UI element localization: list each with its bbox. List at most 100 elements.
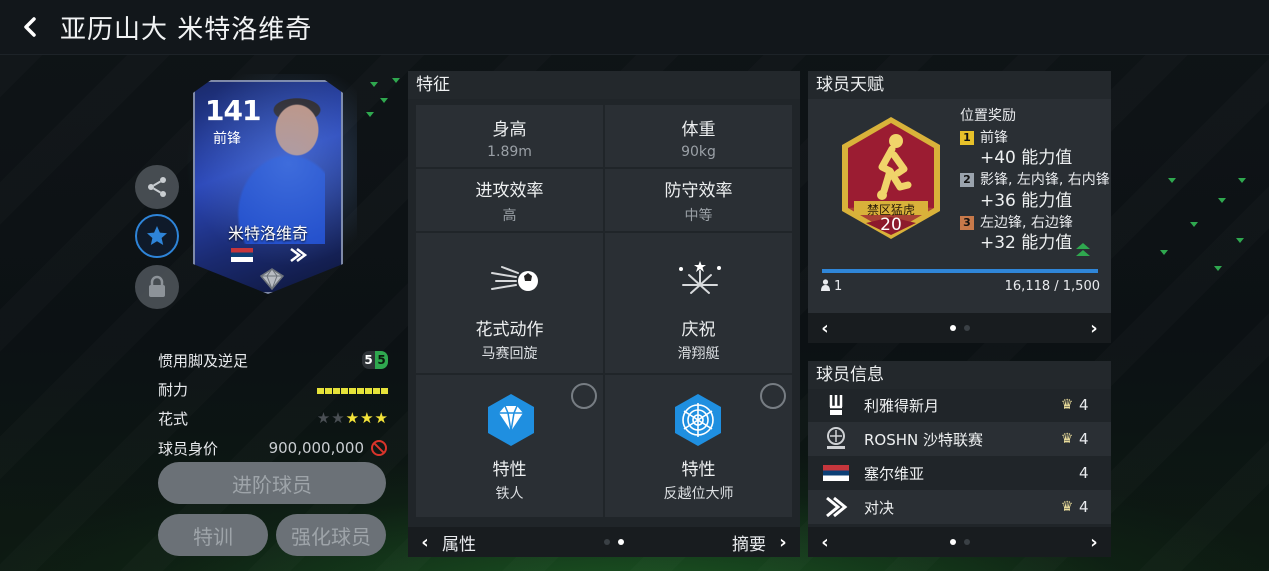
stamina-bar	[316, 380, 388, 398]
traits-panel-title: 特征	[408, 71, 800, 99]
web-trait-icon	[675, 394, 721, 446]
nation-chem: 4	[1079, 464, 1089, 482]
traits-pager	[502, 539, 726, 545]
back-button[interactable]	[0, 0, 60, 55]
trait-2-label: 特性	[681, 460, 716, 480]
weak-foot-label: 惯用脚及逆足	[158, 351, 249, 370]
talent-progress-bar	[822, 269, 1098, 273]
strengthen-player-button[interactable]: 强化球员	[276, 514, 386, 556]
bonus-rank-2: 2	[960, 173, 974, 187]
weight-label: 体重	[681, 120, 716, 140]
player-card[interactable]: 141 前锋 米特洛维奇	[185, 74, 357, 299]
league-name: ROSHN 沙特联赛	[864, 430, 984, 449]
page-dot	[963, 325, 970, 331]
celebration-value: 滑翔艇	[677, 346, 720, 362]
train-button[interactable]: 特训	[158, 514, 268, 556]
star-icon: ★	[331, 409, 345, 427]
player-info-panel: 球员信息 利雅得新月 ♛ 4 ROSHN 沙特联赛 ♛ 4 塞尔维亚 4 对决 …	[808, 361, 1111, 557]
attack-rate-label: 进攻效率	[475, 181, 544, 201]
advance-player-button[interactable]: 进阶球员	[158, 462, 386, 504]
bonus-2-value: +36 能力值	[980, 191, 1073, 211]
star-icon: ★	[316, 409, 331, 427]
nation-name: 塞尔维亚	[864, 464, 925, 483]
prev-talent-button[interactable]: ‹	[808, 318, 842, 339]
club-row[interactable]: 利雅得新月 ♛ 4	[808, 388, 1111, 422]
diamond-trait-icon	[488, 394, 534, 446]
talent-panel-title: 球员天赋	[808, 71, 1111, 99]
summary-tab[interactable]: 摘要	[726, 530, 766, 555]
player-value-amount: 900,000,000	[268, 439, 364, 457]
swap-icon[interactable]	[571, 383, 597, 409]
height-cell: 身高 1.89m	[416, 105, 603, 167]
next-info-button[interactable]: ›	[1077, 532, 1111, 553]
star-icon	[147, 226, 167, 245]
double-chevron-up-icon	[1076, 243, 1090, 256]
talent-count: 1	[820, 279, 842, 294]
traits-panel: 特征 身高 1.89m 体重 90kg 进攻效率 高 防守效率 中等 花式动作 …	[408, 71, 800, 557]
prev-info-button[interactable]: ‹	[808, 532, 842, 553]
prev-page-button[interactable]: ‹	[408, 532, 442, 553]
top-bar: 亚历山大 米特洛维奇	[0, 0, 1269, 55]
attributes-tab[interactable]: 属性	[442, 530, 502, 555]
skill-moves-row: 花式 ★★★★★	[158, 405, 388, 431]
league-row[interactable]: ROSHN 沙特联赛 ♛ 4	[808, 422, 1111, 456]
league-logo-icon	[827, 427, 845, 449]
bonus-1-value: +40 能力值	[980, 148, 1073, 168]
height-value: 1.89m	[487, 144, 532, 160]
share-icon	[148, 177, 166, 197]
attack-rate-value: 高	[502, 208, 517, 224]
skill-move-label: 花式动作	[475, 320, 544, 340]
star-icon: ★	[374, 409, 388, 427]
trait-iron-man-cell[interactable]: 特性 铁人	[416, 375, 603, 517]
event-name: 对决	[864, 498, 895, 517]
skill-move-value: 马赛回旋	[481, 346, 538, 362]
card-player-name: 米特洛维奇	[227, 224, 308, 243]
talent-pager	[842, 325, 1077, 331]
nation-row[interactable]: 塞尔维亚 4	[808, 456, 1111, 490]
weak-foot-row: 惯用脚及逆足 5 5	[158, 347, 388, 373]
player-info-footer: ‹ ›	[808, 527, 1111, 557]
skill-move-cell[interactable]: 花式动作 马赛回旋	[416, 233, 603, 373]
player-icon	[821, 279, 830, 291]
weak-foot-badge: 5 5	[362, 351, 388, 369]
traits-panel-footer: ‹ 属性 摘要 ›	[408, 527, 800, 557]
serbia-flag-icon	[231, 248, 253, 262]
position-bonus-title: 位置奖励	[960, 108, 1016, 124]
celebration-cell[interactable]: 庆祝 滑翔艇	[605, 233, 792, 373]
next-page-button[interactable]: ›	[766, 532, 800, 553]
no-sell-icon	[371, 440, 387, 456]
lock-button[interactable]	[135, 265, 179, 309]
league-logo-icon	[290, 248, 307, 262]
next-talent-button[interactable]: ›	[1077, 318, 1111, 339]
page-dot-active	[949, 539, 956, 545]
attack-rate-cell: 进攻效率 高	[416, 169, 603, 231]
club-name: 利雅得新月	[864, 396, 940, 415]
weight-cell: 体重 90kg	[605, 105, 792, 167]
club-logo-icon	[829, 395, 843, 415]
swap-icon[interactable]	[760, 383, 786, 409]
height-label: 身高	[492, 120, 527, 140]
defense-rate-value: 中等	[684, 208, 713, 224]
bonus-3-value: +32 能力值	[980, 233, 1073, 253]
event-row[interactable]: 对决 ♛ 4	[808, 490, 1111, 524]
page-dot-active	[618, 539, 624, 545]
skill-stars: ★★★★★	[316, 409, 388, 427]
share-button[interactable]	[135, 165, 179, 209]
skill-moves-label: 花式	[158, 409, 189, 428]
stamina-label: 耐力	[158, 380, 189, 399]
weak-foot-left: 5	[362, 351, 375, 369]
star-icon: ★	[360, 409, 374, 427]
card-rating: 141	[205, 94, 261, 127]
fireworks-icon	[679, 261, 721, 294]
bonus-rank-3: 3	[960, 216, 974, 230]
talent-badge-level: 20	[880, 215, 902, 235]
trait-1-label: 特性	[492, 460, 527, 480]
talent-count-value: 1	[834, 279, 843, 294]
player-value-label: 球员身价	[158, 439, 219, 458]
serbia-flag-icon	[823, 465, 849, 481]
favorite-button[interactable]	[135, 214, 179, 258]
club-chem: 4	[1079, 396, 1089, 414]
celebration-label: 庆祝	[681, 320, 716, 340]
page-dot	[963, 539, 970, 545]
trait-offside-master-cell[interactable]: 特性 反越位大师	[605, 375, 792, 517]
